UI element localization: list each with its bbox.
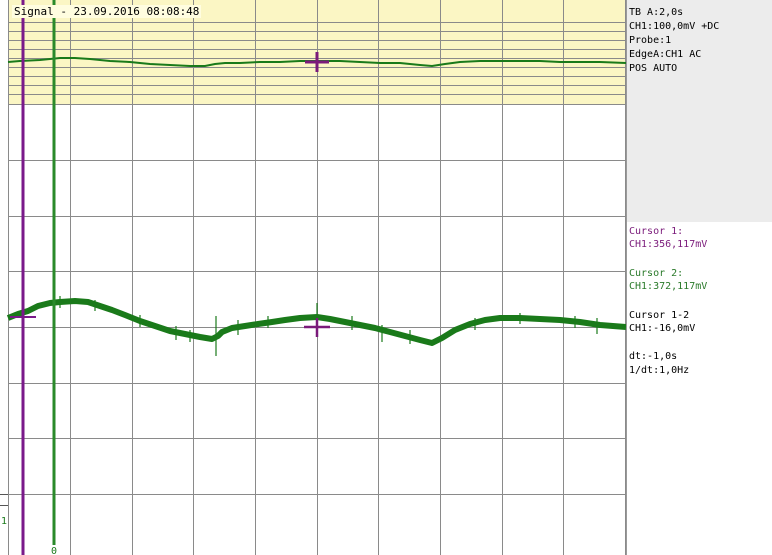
probe-readout: Probe:1 [629,35,672,46]
dt-readout: dt:-1,0s [629,351,678,362]
ch1-scale-readout: CH1:100,0mV +DC [629,21,720,32]
channel-marker: 1 [1,516,7,527]
inv-dt-readout: 1/dt:1,0Hz [629,365,690,376]
cursor-2-label: Cursor 2: [629,268,684,279]
trigger-mode-readout: POS AUTO [629,63,678,74]
timebase-readout: TB A:2,0s [629,7,684,18]
settings-panel: TB A:2,0s CH1:100,0mV +DC Probe:1 EdgeA:… [627,0,772,222]
cursor-diff-label: Cursor 1-2 [629,310,690,321]
measurement-sidebar: TB A:2,0s CH1:100,0mV +DC Probe:1 EdgeA:… [626,0,772,555]
cursor-diff-value: CH1:-16,0mV [629,323,696,334]
left-axis-ticks [0,494,8,506]
trigger-edge-readout: EdgeA:CH1 AC [629,49,702,60]
cursor-1-value: CH1:356,117mV [629,239,708,250]
cursor-1-label: Cursor 1: [629,226,684,237]
oscilloscope-window: 1 0 Signal - 23.09.2016 08:08:48 TB A:2,… [0,0,772,555]
window-title: Signal - 23.09.2016 08:08:48 [12,5,202,18]
trigger-marker: 0 [51,546,57,555]
plot-area[interactable]: 1 0 [0,0,626,555]
cursor-2-value: CH1:372,117mV [629,281,708,292]
